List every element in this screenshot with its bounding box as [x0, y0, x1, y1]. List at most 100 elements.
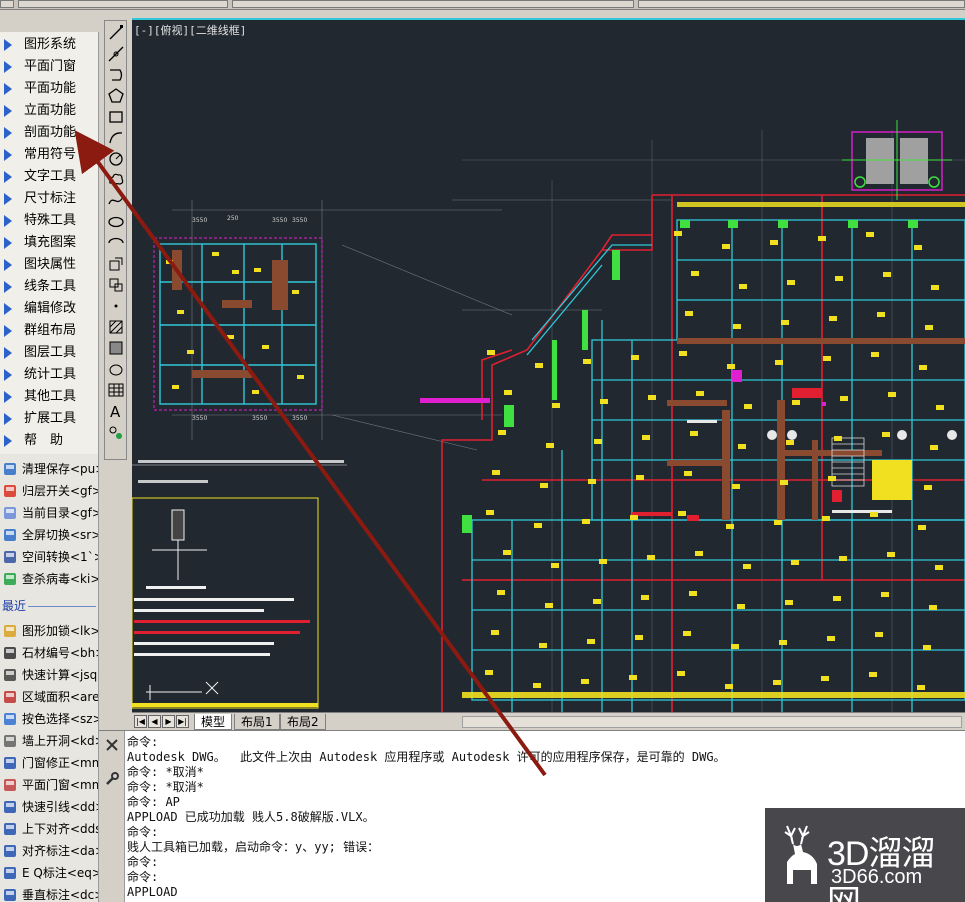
- drawing-canvas[interactable]: 3550 250 3550 3550 3550 3550 3550: [132, 20, 965, 712]
- menu-item-12[interactable]: 编辑修改: [0, 298, 98, 320]
- left_menu-commands-item-4[interactable]: 空间转换<1`>: [0, 546, 98, 568]
- menu-item-8[interactable]: 特殊工具: [0, 210, 98, 232]
- menu-item-4[interactable]: 剖面功能: [0, 122, 98, 144]
- expand-triangle-icon: [4, 105, 12, 117]
- color-select-icon: [2, 711, 18, 727]
- expand-triangle-icon: [4, 193, 12, 205]
- left_menu-recent-item-8[interactable]: 快速引线<dd>: [0, 796, 98, 818]
- left_menu-recent-item-1[interactable]: 石材编号<bh>: [0, 642, 98, 664]
- close-icon[interactable]: [104, 737, 120, 753]
- menu-item-10[interactable]: 图块属性: [0, 254, 98, 276]
- menu-item-label: 填充图案: [24, 235, 77, 250]
- fixture-mark: [834, 436, 842, 441]
- menu-item-17[interactable]: 扩展工具: [0, 408, 98, 430]
- menu-item-18[interactable]: 帮 助: [0, 430, 98, 452]
- left_menu-recent-item-10[interactable]: 对齐标注<da>: [0, 840, 98, 862]
- fixture-mark: [914, 245, 922, 250]
- draw-toolbar: A: [104, 20, 127, 460]
- fixture-mark: [690, 431, 698, 436]
- circle-tool-icon[interactable]: [107, 150, 125, 168]
- menu-item-7[interactable]: 尺寸标注: [0, 188, 98, 210]
- first-tab-button[interactable]: |◀: [134, 715, 147, 728]
- left_menu-recent-item-5[interactable]: 墙上开洞<kd>: [0, 730, 98, 752]
- hatch-tool-icon[interactable]: [107, 318, 125, 336]
- prev-tab-button[interactable]: ◀: [148, 715, 161, 728]
- align-dimension-icon: [2, 843, 18, 859]
- make-block-icon[interactable]: [107, 276, 125, 294]
- ellipse-arc-tool-icon[interactable]: [107, 234, 125, 252]
- left_menu-recent-item-12[interactable]: 垂直标注<dc>: [0, 884, 98, 902]
- menu-item-3[interactable]: 立面功能: [0, 100, 98, 122]
- left_menu-commands-item-3[interactable]: 全屏切换<sr>: [0, 524, 98, 546]
- fixture-mark: [866, 232, 874, 237]
- region-tool-icon[interactable]: [107, 360, 125, 378]
- point-tool-icon[interactable]: [107, 297, 125, 315]
- line-tool-icon[interactable]: [107, 24, 125, 42]
- toolbar-segment[interactable]: [638, 0, 965, 8]
- menu-item-0[interactable]: 图形系统: [0, 34, 98, 56]
- fixture-mark: [685, 311, 693, 316]
- wrench-icon[interactable]: [104, 771, 120, 787]
- left_menu-commands-item-5[interactable]: 查杀病毒<ki>: [0, 568, 98, 590]
- menu-item-16[interactable]: 其他工具: [0, 386, 98, 408]
- next-tab-button[interactable]: ▶: [162, 715, 175, 728]
- menu-item-label: 图形系统: [24, 37, 77, 52]
- toolbar-segment[interactable]: [0, 0, 14, 8]
- menu-item-5[interactable]: 常用符号: [0, 144, 98, 166]
- left_menu-recent-item-11[interactable]: E Q标注<eq>: [0, 862, 98, 884]
- left_menu-recent-item-6[interactable]: 门窗修正<mmx: [0, 752, 98, 774]
- command-label: 空间转换<1`>: [22, 550, 98, 564]
- mtext-tool-icon[interactable]: A: [107, 402, 125, 420]
- rectangle-tool-icon[interactable]: [107, 108, 125, 126]
- menu-item-14[interactable]: 图层工具: [0, 342, 98, 364]
- left_menu-recent-item-0[interactable]: 图形加锁<lk>: [0, 620, 98, 642]
- layers-icon: [2, 483, 18, 499]
- command-label: 当前目录<gf>: [22, 506, 98, 520]
- left_menu-recent-item-7[interactable]: 平面门窗<mm>: [0, 774, 98, 796]
- xline-tool-icon[interactable]: [107, 45, 125, 63]
- table-tool-icon[interactable]: [107, 381, 125, 399]
- add-selected-icon[interactable]: [107, 423, 125, 441]
- arc-tool-icon[interactable]: [107, 129, 125, 147]
- left_menu-recent-item-4[interactable]: 按色选择<sz>: [0, 708, 98, 730]
- layout-tab-bar: |◀ ◀ ▶ ▶| 模型 布局1 布局2: [132, 712, 965, 730]
- tab-layout2[interactable]: 布局2: [280, 714, 326, 730]
- menu-item-15[interactable]: 统计工具: [0, 364, 98, 386]
- ellipse-tool-icon[interactable]: [107, 213, 125, 231]
- revcloud-tool-icon[interactable]: [107, 171, 125, 189]
- tab-model[interactable]: 模型: [194, 714, 233, 730]
- fixture-mark: [726, 524, 734, 529]
- menu-item-13[interactable]: 群组布局: [0, 320, 98, 342]
- polyline-tool-icon[interactable]: [107, 66, 125, 84]
- insert-block-icon[interactable]: [107, 255, 125, 273]
- horizontal-scrollbar[interactable]: [462, 716, 962, 728]
- expand-triangle-icon: [4, 237, 12, 249]
- command-window-grip[interactable]: [99, 731, 125, 902]
- toolbar-segment[interactable]: [232, 0, 634, 8]
- fixture-mark: [497, 590, 505, 595]
- fixture-mark: [887, 552, 895, 557]
- left_menu-commands-item-2[interactable]: 当前目录<gf>: [0, 502, 98, 524]
- menu-item-1[interactable]: 平面门窗: [0, 56, 98, 78]
- spline-tool-icon[interactable]: [107, 192, 125, 210]
- gradient-tool-icon[interactable]: [107, 339, 125, 357]
- menu-item-6[interactable]: 文字工具: [0, 166, 98, 188]
- command-line: 命令:: [127, 735, 159, 749]
- last-tab-button[interactable]: ▶|: [176, 715, 189, 728]
- left_menu-commands-item-1[interactable]: 归层开关<gf>: [0, 480, 98, 502]
- menu-item-9[interactable]: 填充图案: [0, 232, 98, 254]
- toolbar-segment[interactable]: [18, 0, 228, 8]
- left_menu-recent-item-2[interactable]: 快速计算<jsq>: [0, 664, 98, 686]
- fixture-mark: [545, 603, 553, 608]
- fixture-mark: [641, 595, 649, 600]
- menu-item-11[interactable]: 线条工具: [0, 276, 98, 298]
- tab-layout1[interactable]: 布局1: [234, 714, 280, 730]
- polygon-tool-icon[interactable]: [107, 87, 125, 105]
- viewport-label[interactable]: [-][俯视][二维线框]: [134, 22, 246, 38]
- left_menu-recent-item-9[interactable]: 上下对齐<dds: [0, 818, 98, 840]
- menu-item-2[interactable]: 平面功能: [0, 78, 98, 100]
- left_menu-recent-item-3[interactable]: 区域面积<are: [0, 686, 98, 708]
- save-icon: [2, 461, 18, 477]
- left_menu-commands-item-0[interactable]: 清理保存<pu>: [0, 458, 98, 480]
- watermark-domain: 3D66.com: [831, 866, 923, 888]
